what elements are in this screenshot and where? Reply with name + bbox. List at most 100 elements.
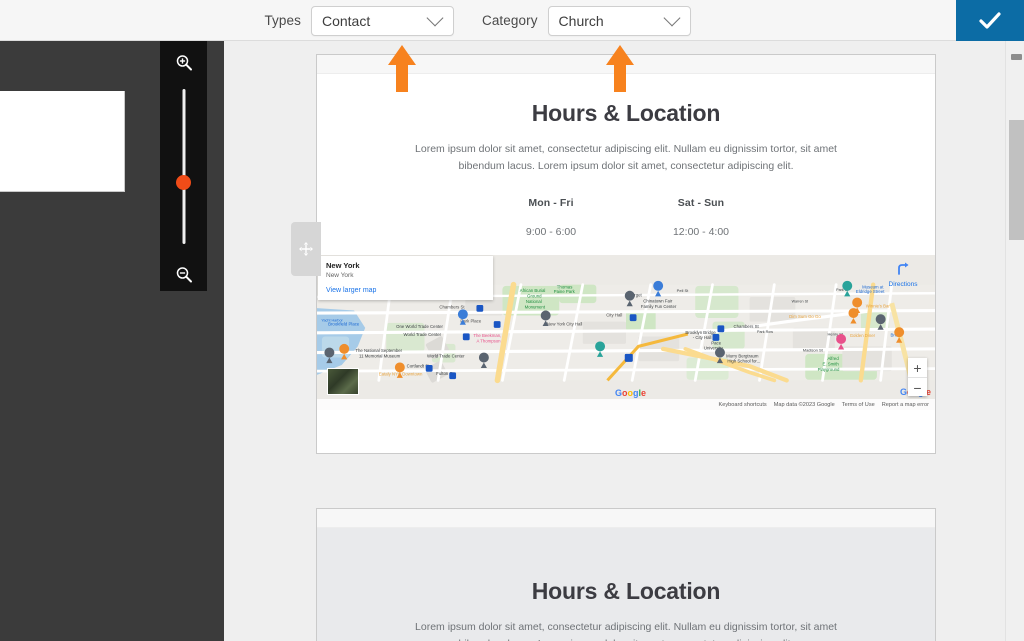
page-title: Hours & Location: [531, 578, 721, 604]
map-label: Park Place: [460, 318, 481, 323]
map-label: University: [704, 345, 724, 350]
map-label: Monument: [525, 305, 546, 310]
category-label: Category: [481, 13, 538, 28]
zoom-out-icon[interactable]: [175, 266, 192, 288]
category-select-value: Church: [558, 12, 604, 29]
map-zoom-in-button[interactable]: +: [908, 358, 927, 377]
check-icon: [979, 11, 1001, 29]
category-select[interactable]: Church: [547, 5, 691, 36]
map-label: Paine Park: [554, 289, 576, 294]
types-select-value: Contact: [321, 12, 371, 29]
map-label: Alfred: [827, 356, 839, 361]
map-label: Chinatown Fair: [643, 299, 673, 304]
types-select[interactable]: Contact: [310, 5, 454, 36]
google-map-embed[interactable]: Chambers St City Hall Park Place New York C…: [317, 255, 935, 410]
vertical-scrollbar[interactable]: [1005, 41, 1024, 641]
map-label: One World Trade Center: [396, 324, 443, 329]
map-zoom-out-button[interactable]: −: [908, 378, 927, 397]
annotation-arrow-category: [606, 45, 634, 92]
map-label: World Trade Center: [427, 354, 465, 359]
map-label: Yacht Harbor: [321, 319, 343, 323]
section-card-hours-location-1[interactable]: Hours & Location Lorem ipsum dolor sit a…: [316, 54, 936, 454]
map-label: The National September: [355, 348, 402, 353]
map-label: Fulton St: [436, 371, 454, 376]
map-label: The Beekman,: [473, 333, 501, 338]
section-card-hours-location-2[interactable]: Hours & Location Lorem ipsum dolor sit a…: [316, 508, 936, 641]
map-data-attribution: Map data ©2023 Google: [773, 401, 835, 408]
map-directions-button[interactable]: Directions: [877, 261, 929, 288]
map-place-title: New York: [326, 261, 360, 270]
section-paragraph: Lorem ipsum dolor sit amet, consectetur …: [415, 143, 837, 172]
map-label: Golden Diner: [850, 333, 876, 338]
map-report-error[interactable]: Report a map error: [882, 402, 929, 408]
map-label: Playground: [818, 367, 840, 372]
section-paragraph: Lorem ipsum dolor sit amet, consectetur …: [415, 621, 837, 641]
map-label: 11 Memorial Museum: [359, 354, 401, 359]
map-label: High School for...: [727, 358, 760, 363]
map-label: Brooklyn Bridge: [685, 330, 716, 335]
page-title: Hours & Location: [531, 100, 721, 126]
map-label: Murry Bergtraum: [726, 354, 759, 359]
hours-column: Sat - Sun 12:00 - 4:00: [626, 197, 776, 238]
map-label: Warren St: [792, 300, 808, 304]
map-label: E. Smith: [823, 362, 840, 367]
hours-days: Mon - Fri: [528, 197, 574, 209]
map-label: Dim Sum Go Go: [789, 314, 821, 319]
left-preview-box: [0, 91, 125, 192]
move-arrows-icon: [299, 242, 313, 256]
map-label: African Burial: [520, 288, 546, 293]
map-label: Park Row: [757, 330, 773, 334]
hours-time: 12:00 - 4:00: [672, 226, 730, 238]
directions-icon: [898, 262, 909, 275]
scrollbar-cap: [1011, 54, 1022, 60]
section-drag-handle[interactable]: [291, 222, 321, 276]
map-label: Brook: [891, 333, 903, 338]
map-label: Pace: [711, 341, 721, 346]
map-directions-label: Directions: [888, 281, 918, 288]
map-label: Eldridge Street: [856, 289, 885, 294]
zoom-slider-handle[interactable]: [176, 175, 191, 190]
map-label: Chambers St: [439, 305, 465, 310]
chevron-down-icon: [426, 9, 444, 26]
map-label: - City Hall: [693, 335, 712, 340]
confirm-button[interactable]: [956, 0, 1024, 41]
map-place-subtitle: New York: [326, 272, 354, 279]
view-larger-map-link[interactable]: View larger map: [326, 286, 485, 295]
google-logo: Google: [615, 388, 647, 398]
map-label: Family Fun Center: [641, 304, 677, 309]
annotation-arrow-types: [388, 45, 416, 92]
types-label: Types: [264, 13, 301, 28]
map-label: Thomas: [557, 284, 573, 289]
card-top-strip: [317, 509, 935, 528]
map-label: World Trade Center: [404, 332, 442, 337]
map-label: Winnie's Bar: [866, 303, 891, 308]
map-info-card[interactable]: New York New York View larger map: [318, 256, 493, 300]
hours-column: Mon - Fri 9:00 - 6:00: [476, 197, 626, 238]
zoom-slider-track[interactable]: [182, 89, 185, 244]
scrollbar-thumb[interactable]: [1009, 120, 1024, 240]
street-view-thumbnail[interactable]: [327, 368, 359, 395]
left-dark-panel: [0, 41, 224, 641]
chevron-down-icon: [663, 9, 681, 26]
map-label: Madison St: [803, 347, 824, 352]
hours-time: 9:00 - 6:00: [525, 226, 577, 238]
map-keyboard-shortcuts[interactable]: Keyboard shortcuts: [719, 402, 767, 408]
map-terms-of-use[interactable]: Terms of Use: [842, 402, 875, 408]
zoom-in-icon[interactable]: [175, 54, 192, 76]
hours-days: Sat - Sun: [677, 197, 725, 209]
top-toolbar: Types Contact Category Church: [0, 0, 1024, 41]
card-body: Hours & Location Lorem ipsum dolor sit a…: [317, 100, 935, 420]
map-label: Chambers St: [734, 324, 760, 329]
map-label: Eataly NYC Downtown: [379, 371, 423, 376]
map-zoom-controls[interactable]: + −: [908, 358, 927, 396]
map-label: Ground: [527, 294, 542, 299]
map-label: Target: [630, 292, 643, 297]
map-label: Park St: [836, 288, 848, 292]
map-label: Cortlandt St: [407, 363, 431, 368]
card-body: Hours & Location Lorem ipsum dolor sit a…: [317, 528, 935, 641]
toolbar-controls: Types Contact Category Church: [0, 0, 955, 41]
map-label: City Hall: [606, 313, 622, 318]
map-label: New York City Hall: [547, 321, 583, 326]
map-label: Pell St: [677, 288, 689, 293]
map-label: National: [526, 299, 542, 304]
